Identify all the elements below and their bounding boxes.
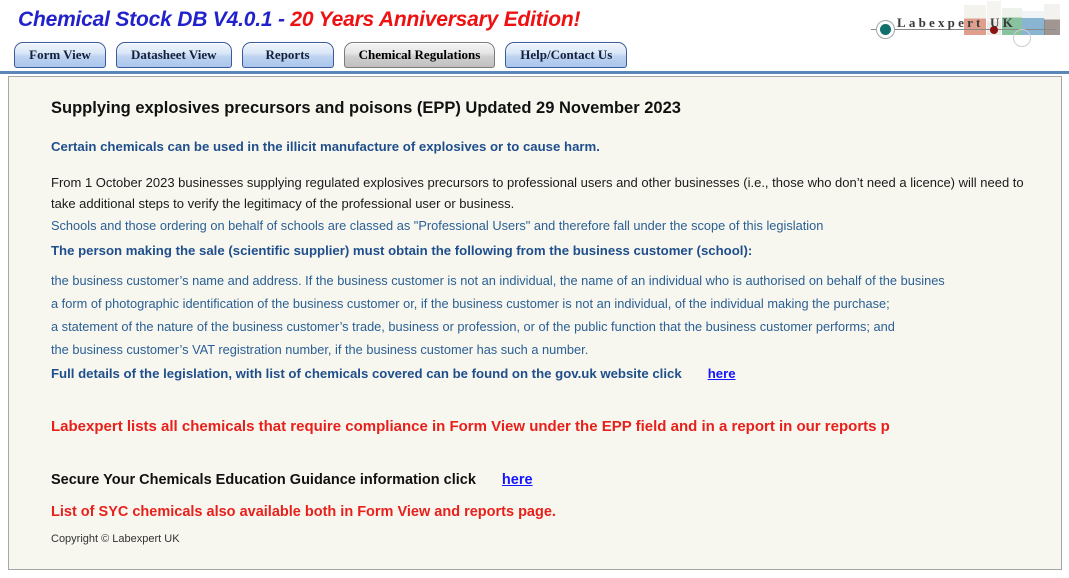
- logo-wordmark: Labexpert UK: [897, 15, 1016, 30]
- tab-datasheet-view[interactable]: Datasheet View: [116, 42, 232, 68]
- content-inner: Supplying explosives precursors and pois…: [9, 77, 1061, 569]
- lead-statement: Certain chemicals can be used in the ill…: [51, 139, 600, 154]
- app-title-separator: -: [272, 8, 291, 31]
- app-title-anniversary: 20 Years Anniversary Edition!: [290, 8, 581, 31]
- copyright-text: Copyright © Labexpert UK: [51, 533, 180, 545]
- obligation-heading: The person making the sale (scientific s…: [51, 243, 753, 258]
- list-item: the business customer’s name and address…: [51, 273, 945, 288]
- compliance-note: Labexpert lists all chemicals that requi…: [51, 418, 890, 435]
- syc-guidance-line: Secure Your Chemicals Education Guidance…: [51, 472, 533, 488]
- list-item: a form of photographic identification of…: [51, 296, 890, 311]
- logo-outline-circle-icon: [1013, 29, 1031, 47]
- main-navigation: Form View Datasheet View Reports Chemica…: [14, 42, 628, 68]
- gov-uk-here-link[interactable]: here: [704, 366, 736, 381]
- logo-dot-icon: [880, 24, 891, 35]
- schools-scope-note: Schools and those ordering on behalf of …: [51, 218, 824, 233]
- syc-here-link[interactable]: here: [498, 472, 533, 488]
- gov-legislation-line: Full details of the legislation, with li…: [51, 366, 736, 381]
- gov-legislation-text: Full details of the legislation, with li…: [51, 366, 682, 381]
- content-panel: Supplying explosives precursors and pois…: [8, 76, 1062, 570]
- tab-form-view[interactable]: Form View: [14, 42, 106, 68]
- bottle-icon: [1044, 4, 1060, 35]
- tab-help-contact-us[interactable]: Help/Contact Us: [505, 42, 628, 68]
- list-item: a statement of the nature of the busines…: [51, 319, 895, 334]
- app-title-primary: Chemical Stock DB V4.0.1: [18, 8, 273, 31]
- app-header: Chemical Stock DB V4.0.1 - 20 Years Anni…: [0, 0, 1069, 74]
- tab-reports[interactable]: Reports: [241, 42, 334, 68]
- intro-paragraph: From 1 October 2023 businesses supplying…: [51, 175, 1024, 211]
- page-title: Chemical Stock DB V4.0.1 - 20 Years Anni…: [18, 8, 580, 32]
- list-item: the business customer’s VAT registration…: [51, 342, 589, 357]
- tab-chemical-regulations[interactable]: Chemical Regulations: [343, 42, 496, 68]
- header-divider: [0, 71, 1069, 74]
- section-heading: Supplying explosives precursors and pois…: [51, 99, 681, 117]
- syc-guidance-text: Secure Your Chemicals Education Guidance…: [51, 472, 476, 488]
- requirement-list: the business customer’s name and address…: [51, 269, 1061, 361]
- labexpert-logo: Labexpert UK: [861, 1, 1061, 47]
- syc-availability-note: List of SYC chemicals also available bot…: [51, 504, 556, 520]
